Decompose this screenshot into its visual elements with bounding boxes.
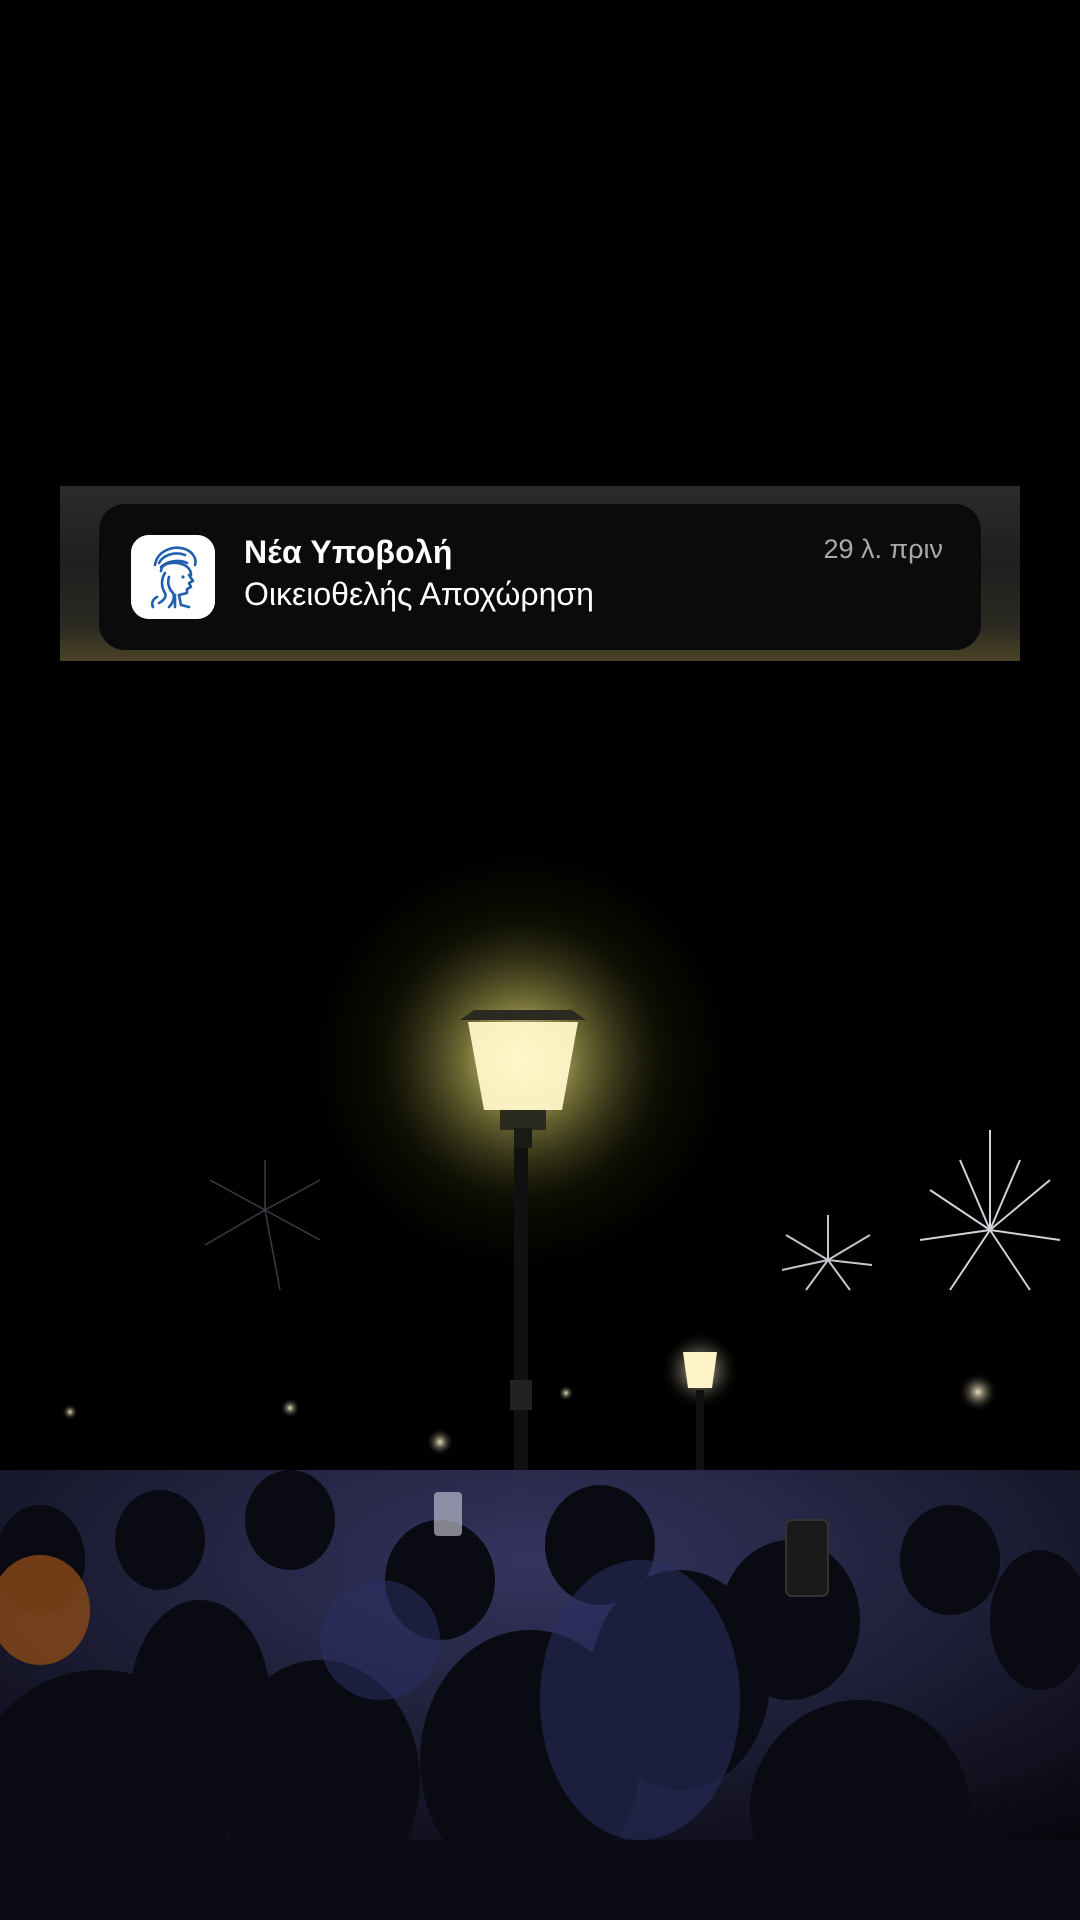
athena-helmet-icon xyxy=(131,535,215,619)
notification-timestamp: 29 λ. πριν xyxy=(823,534,943,564)
wallpaper-image xyxy=(0,0,1080,1920)
notification-card[interactable]: Νέα Υποβολή Οικειοθελής Αποχώρηση 29 λ. … xyxy=(99,504,981,650)
notification-title: Νέα Υποβολή xyxy=(244,534,453,570)
notification-body: Οικειοθελής Αποχώρηση xyxy=(244,576,594,612)
lock-screen: Νέα Υποβολή Οικειοθελής Αποχώρηση 29 λ. … xyxy=(0,0,1080,1920)
